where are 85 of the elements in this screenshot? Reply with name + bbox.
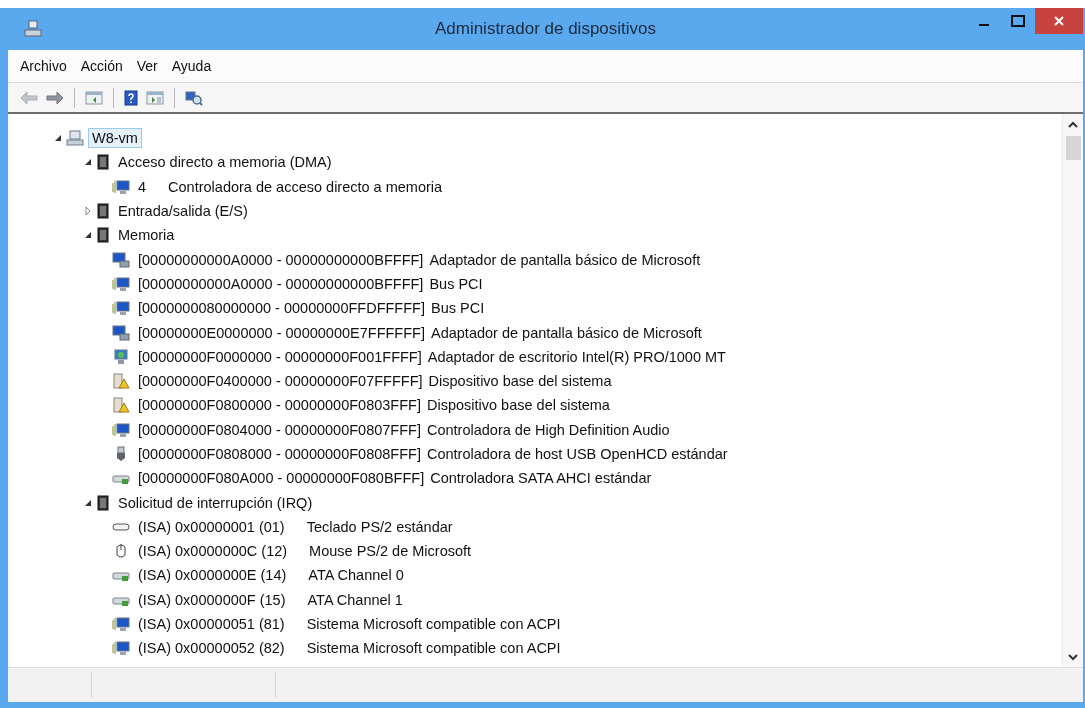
minimize-icon — [979, 24, 989, 26]
chip-icon — [96, 494, 110, 511]
resource-text: [00000000000A0000 - 00000000000BFFFF] — [138, 251, 424, 268]
tree-item[interactable]: Solicitud de interrupción (IRQ) — [114, 492, 317, 513]
device-name: Controladora de host USB OpenHCD estándar — [426, 446, 728, 462]
device-name: Bus PCI — [430, 300, 485, 317]
device-name: Controladora de High Definition Audio — [426, 421, 670, 438]
resource-text: [00000000F0808000 - 00000000F0808FFF] — [138, 446, 421, 462]
vertical-scrollbar[interactable] — [1062, 114, 1083, 667]
device-name: Adaptador de pantalla básico de Microsoft — [429, 251, 701, 268]
chip-icon — [96, 203, 110, 220]
tree-item[interactable]: (ISA) 0x0000000C (12) Mouse PS/2 de Microsoft — [134, 541, 476, 562]
scroll-thumb[interactable] — [1065, 136, 1081, 160]
tree-item[interactable]: [00000000F0808000 - 00000000F0808FFF] Controladora de host USB OpenHCD estándar — [134, 444, 732, 464]
device-name: Teclado PS/2 estándar — [306, 518, 453, 535]
tree-item[interactable]: W8-vm — [88, 128, 142, 149]
monitor-icon — [112, 300, 130, 317]
resource-text: [00000000F0800000 - 00000000F0803FFF] — [138, 397, 421, 414]
resource-text: [00000000F0804000 - 00000000F0807FFF] — [138, 421, 421, 438]
close-icon — [1053, 15, 1065, 27]
menu-item[interactable]: Acción — [74, 55, 129, 77]
device-name: Adaptador de pantalla básico de Microsoft — [431, 324, 702, 341]
tree-item[interactable]: (ISA) 0x00000051 (81) Sistema Microsoft compatible con ACPI — [134, 614, 565, 635]
tree-item[interactable]: Acceso directo a memoria (DMA) — [114, 152, 336, 173]
monitor-icon — [112, 275, 130, 292]
computer-icon — [66, 130, 84, 147]
resource-text: (ISA) 0x00000001 (01) — [138, 518, 285, 535]
tree-item[interactable]: Memoria — [114, 225, 179, 246]
device-name: Sistema Microsoft compatible con ACPI — [306, 640, 561, 657]
tree-item[interactable]: [00000000F0804000 - 00000000F0807FFF] Controladora de High Definition Audio — [134, 419, 674, 440]
resource-text: [00000000000A0000 - 00000000000BFFFF] — [138, 275, 424, 292]
monitor-icon — [112, 616, 130, 633]
resource-text: [00000000F0400000 - 00000000F07FFFFF] — [138, 373, 423, 390]
resource-text: (ISA) 0x00000051 (81) — [138, 616, 285, 633]
device-warning-icon — [112, 397, 130, 414]
tree-item[interactable]: [0000000080000000 - 00000000FFDFFFFF] Bus PCI — [134, 298, 489, 319]
monitor-icon — [112, 178, 130, 195]
resource-text: [0000000080000000 - 00000000FFDFFFFF] — [138, 300, 425, 317]
monitor-icon — [112, 421, 130, 438]
device-name: Controladora de acceso directo a memoria — [168, 178, 443, 195]
tree-item[interactable]: [00000000000A0000 - 00000000000BFFFF] Bus PCI — [134, 273, 487, 294]
resource-text: 4 — [138, 178, 147, 195]
device-name: Dispositivo base del sistema — [426, 397, 610, 414]
resource-text: (ISA) 0x0000000C (12) — [138, 543, 288, 560]
resource-text: [00000000F080A000 - 00000000F080BFFF] — [138, 470, 425, 487]
network-icon — [112, 348, 130, 365]
chip-icon — [96, 154, 110, 171]
menu-item[interactable]: Ver — [130, 55, 164, 77]
help-icon[interactable] — [122, 87, 140, 108]
chip-icon — [96, 227, 110, 244]
monitor-icon — [112, 324, 130, 341]
device-name: ATA Channel 0 — [308, 567, 404, 584]
computer-icon — [24, 20, 42, 38]
tree-item[interactable]: [00000000E0000000 - 00000000E7FFFFFF] Adaptador de pantalla básico de Microsoft — [134, 322, 706, 343]
monitor-icon — [112, 251, 130, 268]
window-title: Administrador de dispositivos — [434, 19, 657, 38]
tree-item[interactable]: (ISA) 0x00000052 (82) Sistema Microsoft compatible con ACPI — [134, 638, 565, 659]
tree-item[interactable]: [00000000F0800000 - 00000000F0803FFF] Dispositivo base del sistema — [134, 395, 614, 416]
device-name: Bus PCI — [429, 275, 483, 292]
tree-item[interactable]: (ISA) 0x0000000F (15) ATA Channel 1 — [134, 589, 407, 610]
tree-item[interactable]: (ISA) 0x0000000E (14) ATA Channel 0 — [134, 565, 408, 586]
tree-item[interactable]: [00000000F0000000 - 00000000F001FFFF] Adaptador de escritorio Intel(R) PRO/1000 MT — [134, 346, 730, 367]
device-name: Mouse PS/2 de Microsoft — [309, 543, 472, 560]
device-name: Dispositivo base del sistema — [428, 373, 612, 390]
tree-item[interactable]: Entrada/salida (E/S) — [114, 201, 252, 222]
resource-text: [00000000E0000000 - 00000000E7FFFFFF] — [138, 324, 425, 341]
tree-item[interactable]: [00000000F0400000 - 00000000F07FFFFF] Dispositivo base del sistema — [134, 371, 616, 392]
tree-item[interactable]: [00000000000A0000 - 00000000000BFFFF] Adaptador de pantalla básico de Microsoft — [134, 249, 705, 270]
monitor-icon — [112, 640, 130, 657]
resource-text: (ISA) 0x0000000F (15) — [138, 591, 286, 608]
maximize-icon — [1011, 15, 1025, 27]
resource-text: (ISA) 0x00000052 (82) — [138, 640, 285, 657]
menu-item[interactable]: Archivo — [14, 55, 73, 77]
tree-item[interactable]: 4 Controladora de acceso directo a memoria — [134, 176, 447, 197]
device-name: Controladora SATA AHCI estándar — [430, 470, 652, 487]
resource-text: [00000000F0000000 - 00000000F001FFFF] — [138, 348, 422, 365]
close-button[interactable] — [1035, 8, 1083, 34]
device-name: Sistema Microsoft compatible con ACPI — [306, 616, 561, 633]
device-warning-icon — [112, 373, 130, 390]
device-name: Adaptador de escritorio Intel(R) PRO/1000 MT — [427, 348, 726, 365]
menu-item[interactable]: Ayuda — [165, 55, 218, 77]
resource-text: (ISA) 0x0000000E (14) — [138, 567, 287, 584]
tree-item[interactable]: [00000000F080A000 - 00000000F080BFFF] Controladora SATA AHCI estándar — [134, 468, 656, 489]
tree-item[interactable]: (ISA) 0x00000001 (01) Teclado PS/2 estándar — [134, 516, 457, 537]
device-name: ATA Channel 1 — [307, 591, 403, 608]
